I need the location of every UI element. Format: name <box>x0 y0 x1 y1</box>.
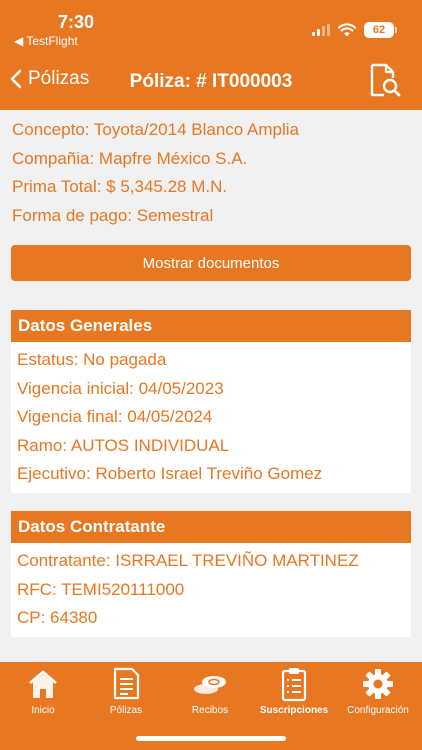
document-icon <box>113 667 140 700</box>
tab-inicio[interactable]: Inicio <box>1 666 85 716</box>
clipboard-icon <box>281 668 307 702</box>
tab-polizas[interactable]: Pólizas <box>84 666 168 716</box>
forma-pago-text: Forma de pago: Semestral <box>12 205 214 225</box>
cp-text: CP: 64380 <box>17 608 98 627</box>
back-to-app-link[interactable]: ◀ TestFlight <box>14 34 78 48</box>
policy-summary: Concepto: Toyota/2014 Blanco Amplia Comp… <box>12 116 412 230</box>
contratante-text: Contratante: ISRRAEL TREVIÑO MARTINEZ <box>17 551 359 570</box>
page-title: Póliza: # IT000003 <box>129 71 293 92</box>
show-documents-button[interactable]: Mostrar documentos <box>11 245 411 281</box>
header-bar: 7:30 ◀ TestFlight 62 Pólizas Póliza: # I… <box>0 0 422 110</box>
status-time: 7:30 <box>58 12 95 32</box>
tab-suscripciones[interactable]: Suscripciones <box>252 666 336 716</box>
tab-configuracion[interactable]: Configuración <box>336 666 420 716</box>
tab-inicio-label: Inicio <box>31 705 55 716</box>
ramo-text: Ramo: AUTOS INDIVIDUAL <box>17 435 230 455</box>
coins-icon <box>194 676 226 694</box>
datos-contratante-card: Datos Contratante Contratante: ISRRAEL T… <box>11 511 411 637</box>
ejecutivo-text: Ejecutivo: Roberto Israel Treviño Gomez <box>17 464 323 483</box>
tab-recibos-label: Recibos <box>191 705 229 716</box>
datos-generales-card: Datos Generales Estatus: No pagada Vigen… <box>11 310 411 493</box>
home-indicator[interactable] <box>136 736 286 741</box>
tab-configuracion-label: Configuración <box>347 705 409 716</box>
tab-suscripciones-label: Suscripciones <box>259 705 329 716</box>
home-icon <box>29 670 57 698</box>
tab-bar: Inicio Pólizas Recibos Suscripciones Con… <box>0 662 422 750</box>
document-search-icon[interactable] <box>368 62 402 98</box>
estatus-text: Estatus: No pagada <box>17 350 167 369</box>
datos-generales-title: Datos Generales <box>11 310 411 342</box>
datos-contratante-title: Datos Contratante <box>11 511 411 543</box>
rfc-text: RFC: TEMI520111000 <box>17 579 185 599</box>
prima-total-text: Prima Total: $ 5,345.28 M.N. <box>12 177 228 196</box>
vigencia-inicial-text: Vigencia inicial: 04/05/2023 <box>17 378 224 398</box>
navigation-bar: Pólizas Póliza: # IT000003 <box>0 58 422 104</box>
gear-icon <box>363 669 393 699</box>
tab-polizas-label: Pólizas <box>109 705 143 716</box>
concepto-text: Concepto: Toyota/2014 Blanco Amplia <box>12 120 299 139</box>
vigencia-final-text: Vigencia final: 04/05/2024 <box>17 407 213 426</box>
wifi-icon <box>338 23 356 37</box>
battery-icon: 62 <box>364 22 397 38</box>
compania-text: Compañia: Mapfre México S.A. <box>12 148 248 168</box>
cellular-signal-icon <box>312 24 330 36</box>
status-bar: 7:30 ◀ TestFlight 62 <box>0 0 422 50</box>
tab-recibos[interactable]: Recibos <box>168 666 252 716</box>
